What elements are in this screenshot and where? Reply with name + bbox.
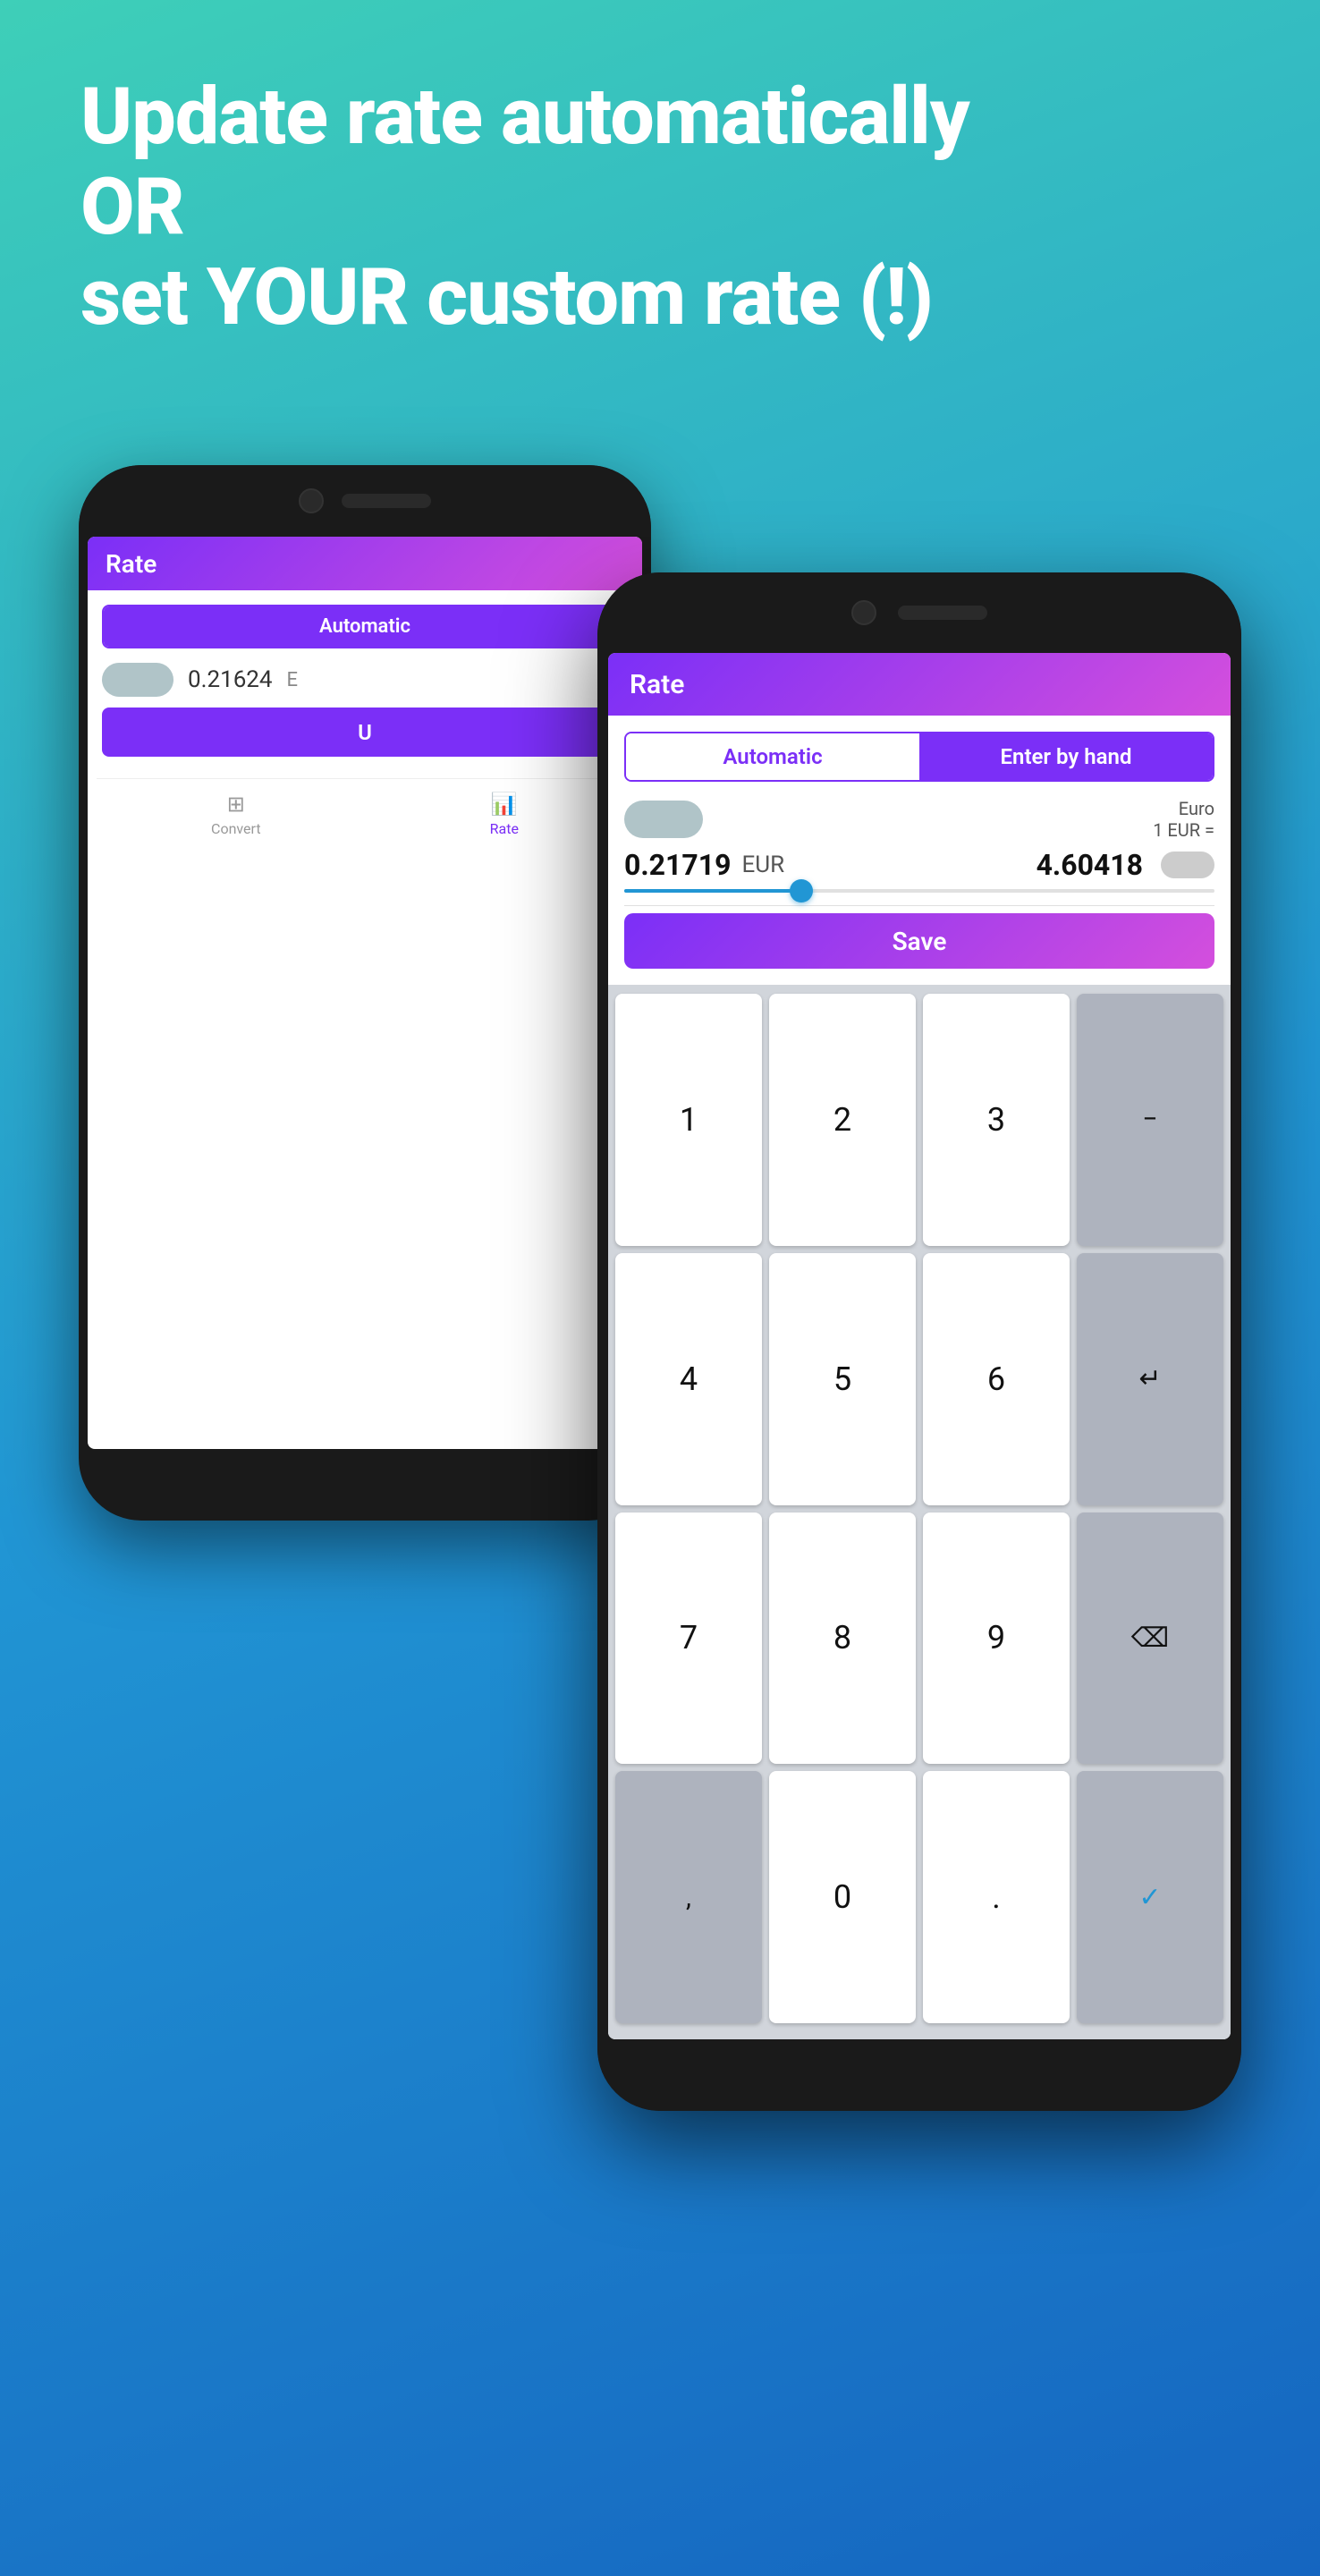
key-0[interactable]: 0 [769,1771,916,2023]
front-toggle-small[interactable] [1161,852,1214,878]
back-rate-unit: E [287,669,299,691]
back-speaker [342,494,431,508]
back-camera [299,488,324,513]
key-1[interactable]: 1 [615,994,762,1246]
keyboard-row-4: , 0 . ✓ [612,1771,1227,2023]
front-camera [851,600,876,625]
front-bottom-bar [597,2039,1241,2111]
nav-rate[interactable]: 📊 Rate [490,792,519,837]
headline-line1: Update rate automatically [80,72,1240,162]
front-notch [597,572,1241,653]
headline-line3: set YOUR custom rate (!) [80,252,1240,343]
front-rate-row-top: Euro 1 EUR = [624,798,1214,841]
back-tab-automatic[interactable]: Automatic [104,606,626,647]
slider-thumb[interactable] [790,879,813,902]
key-comma[interactable]: , [615,1771,762,2023]
back-notch [79,465,651,537]
rate-icon: 📊 [491,792,518,817]
key-backspace[interactable]: ⌫ [1077,1513,1223,1765]
key-5[interactable]: 5 [769,1253,916,1505]
key-return[interactable]: ↵ [1077,1253,1223,1505]
front-save-button[interactable]: Save [624,913,1214,969]
front-rate-unit-label: EUR [741,852,784,878]
key-8[interactable]: 8 [769,1513,916,1765]
back-screen: Rate Automatic 0.21624 E U ⊞ Convert [88,537,642,1449]
back-save-btn[interactable]: U [102,708,628,757]
key-6[interactable]: 6 [923,1253,1070,1505]
back-app-title: Rate [106,549,157,579]
back-phone: Rate Automatic 0.21624 E U ⊞ Convert [79,465,651,1521]
front-phone: Rate Automatic Enter by hand Euro 1 EUR … [597,572,1241,2111]
key-2[interactable]: 2 [769,994,916,1246]
euro-label: Euro [1153,798,1214,819]
key-check[interactable]: ✓ [1077,1771,1223,2023]
divider [624,905,1214,906]
front-rate-converted: 4.60418 [1037,848,1143,882]
back-bottom-nav: ⊞ Convert 📊 Rate [97,778,633,850]
keyboard-row-1: 1 2 3 − [612,994,1227,1246]
front-app-title: Rate [630,669,684,700]
back-slider-area: 0.21624 E [102,663,628,697]
front-rate-number: 0.21719 [624,848,731,882]
key-3[interactable]: 3 [923,994,1070,1246]
slider-fill [624,889,801,893]
key-7[interactable]: 7 [615,1513,762,1765]
key-dot[interactable]: . [923,1771,1070,2023]
keyboard-row-3: 7 8 9 ⌫ [612,1513,1227,1765]
nav-convert[interactable]: ⊞ Convert [211,792,261,837]
convert-label: Convert [211,820,261,837]
grid-icon: ⊞ [227,792,245,817]
headline: Update rate automatically OR set YOUR cu… [0,0,1320,379]
back-header: Rate [88,537,642,590]
euro-info-block: Euro 1 EUR = [1153,798,1214,841]
headline-line2: OR [80,162,1240,252]
rate-label: Rate [490,820,519,837]
keyboard-row-2: 4 5 6 ↵ [612,1253,1227,1505]
back-tab-row: Automatic [102,605,628,648]
front-tab-automatic[interactable]: Automatic [626,733,919,780]
back-content: Automatic 0.21624 E U [88,590,642,778]
front-tab-enter-by-hand[interactable]: Enter by hand [919,733,1213,780]
back-rate-value: 0.21624 [188,666,273,693]
front-screen: Rate Automatic Enter by hand Euro 1 EUR … [608,653,1231,2039]
front-rate-details: 0.21719 EUR 4.60418 [624,848,1214,882]
key-9[interactable]: 9 [923,1513,1070,1765]
front-toggle[interactable] [624,801,703,838]
phones-area: Rate Automatic 0.21624 E U ⊞ Convert [79,465,1241,2343]
front-content: Automatic Enter by hand Euro 1 EUR = 0.2… [608,716,1231,985]
front-header: Rate [608,653,1231,716]
keyboard-area: 1 2 3 − 4 5 6 ↵ 7 8 9 ⌫ , [608,985,1231,2039]
front-tab-row: Automatic Enter by hand [624,732,1214,782]
front-slider[interactable] [624,889,1214,893]
back-toggle[interactable] [102,663,173,697]
eur-equals: 1 EUR = [1153,819,1214,841]
slider-track [624,889,1214,893]
front-speaker [898,606,987,620]
key-4[interactable]: 4 [615,1253,762,1505]
key-minus[interactable]: − [1077,994,1223,1246]
